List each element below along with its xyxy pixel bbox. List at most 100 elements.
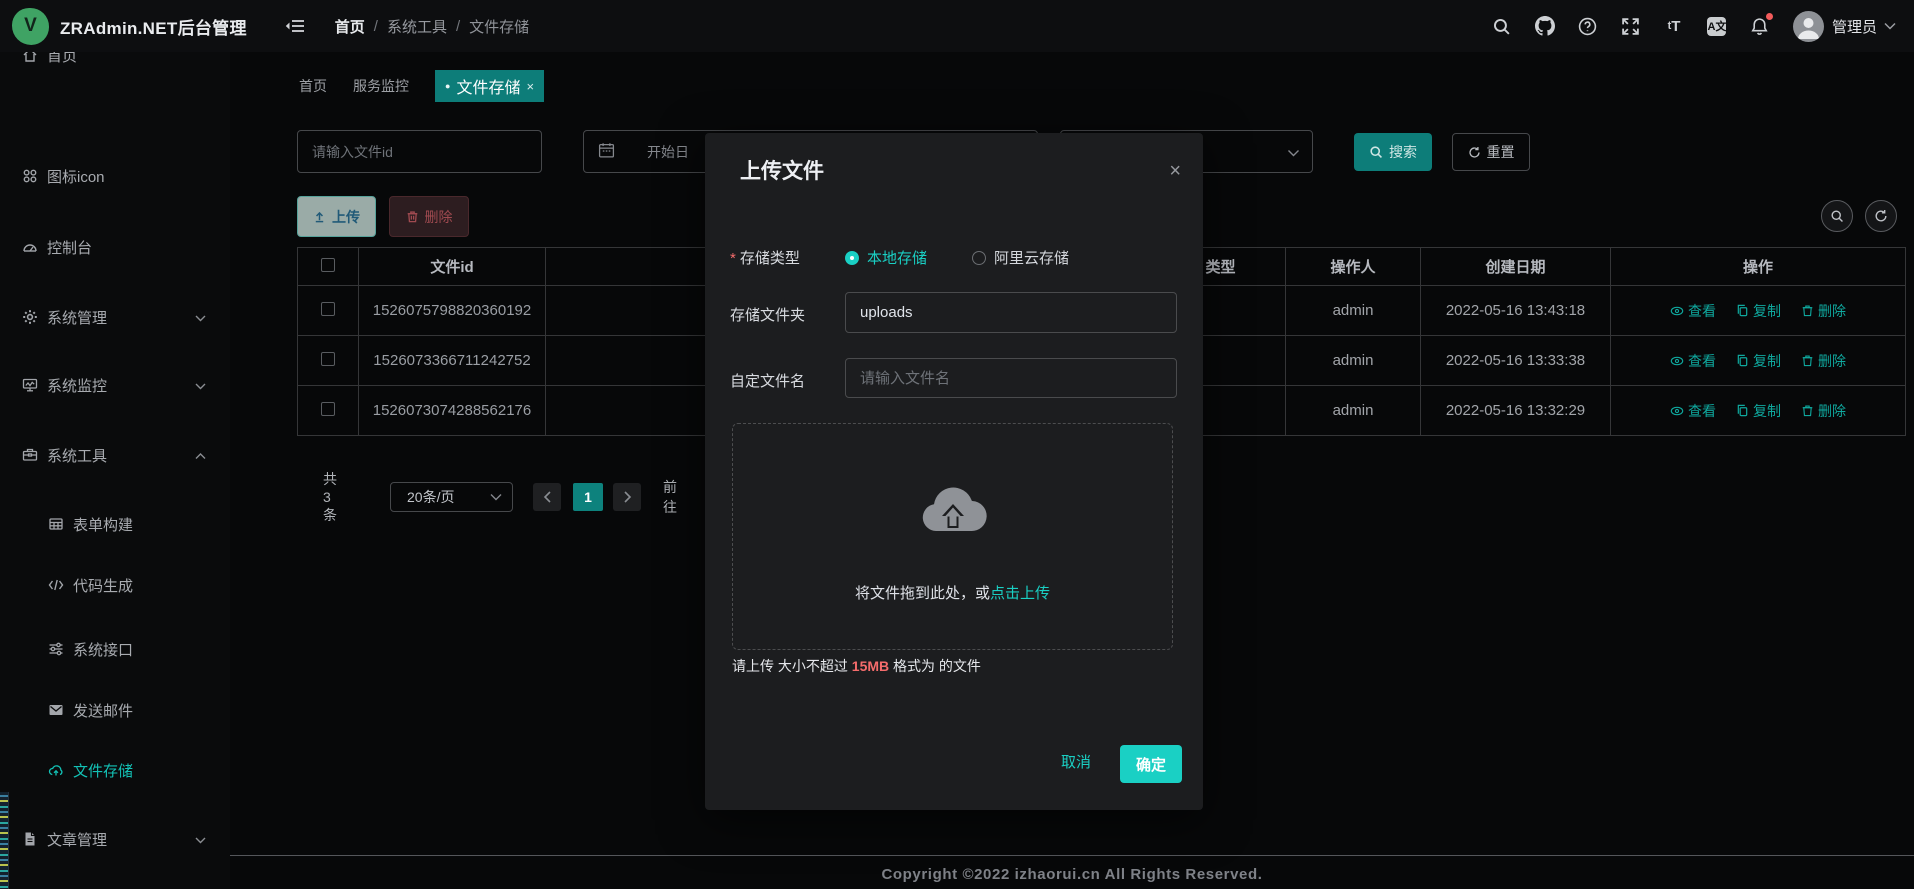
user-menu[interactable]: 管理员 <box>1793 11 1896 42</box>
radio-local-storage[interactable]: 本地存储 <box>845 247 927 268</box>
gear-icon <box>22 309 38 325</box>
breadcrumb: 首页 / 系统工具 / 文件存储 <box>335 16 529 37</box>
folder-input[interactable] <box>846 293 1176 332</box>
radio-checked-icon <box>845 251 859 265</box>
next-page-button[interactable] <box>613 483 641 511</box>
sidebar-item-system-tools[interactable]: 系统工具 <box>0 443 230 467</box>
sidebar-item-system-api[interactable]: 系统接口 <box>0 637 230 661</box>
devtools-edge-strip[interactable] <box>0 792 9 889</box>
delete-link[interactable]: 删除 <box>1801 351 1846 371</box>
upload-dropzone[interactable]: 将文件拖到此处，或点击上传 <box>732 423 1173 650</box>
delete-button-label: 删除 <box>425 207 453 227</box>
sliders-icon <box>48 641 64 657</box>
dialog-title: 上传文件 <box>740 155 824 185</box>
copy-link[interactable]: 复制 <box>1736 301 1781 321</box>
search-button[interactable]: 搜索 <box>1354 133 1432 171</box>
avatar <box>1793 11 1824 42</box>
view-link[interactable]: 查看 <box>1670 401 1716 421</box>
tab-close-icon[interactable]: × <box>526 79 534 94</box>
table-refresh-button[interactable] <box>1865 200 1897 232</box>
sidebar-item-send-mail[interactable]: 发送邮件 <box>0 698 230 722</box>
sidebar-item-label: 代码生成 <box>73 575 133 596</box>
table-search-toggle-button[interactable] <box>1821 200 1853 232</box>
search-button-label: 搜索 <box>1389 142 1417 162</box>
dropzone-text: 将文件拖到此处，或点击上传 <box>733 582 1172 603</box>
tip-prefix: 请上传 大小不超过 <box>732 658 852 674</box>
sidebar: 首页 图标icon 控制台 系统管理 系统监控 系统工具 表单构建 <box>0 52 230 889</box>
delete-link-label: 删除 <box>1818 351 1846 371</box>
sidebar-item-system-mgmt[interactable]: 系统管理 <box>0 305 230 329</box>
view-link[interactable]: 查看 <box>1670 351 1716 371</box>
upload-button[interactable]: 上传 <box>297 196 376 237</box>
sidebar-item-article-mgmt[interactable]: 文章管理 <box>0 827 230 851</box>
breadcrumb-system-tools[interactable]: 系统工具 <box>387 16 447 37</box>
breadcrumb-current: 文件存储 <box>469 16 529 37</box>
sidebar-item-system-monitor[interactable]: 系统监控 <box>0 373 230 397</box>
click-to-upload-link[interactable]: 点击上传 <box>990 585 1050 602</box>
delete-link[interactable]: 删除 <box>1801 301 1846 321</box>
column-header-operator: 操作人 <box>1286 248 1421 286</box>
copy-link[interactable]: 复制 <box>1736 351 1781 371</box>
page-size-select[interactable]: 20条/页 <box>390 482 513 512</box>
breadcrumb-home[interactable]: 首页 <box>335 16 365 37</box>
chevron-down-icon <box>195 309 206 326</box>
fullscreen-icon[interactable] <box>1621 16 1641 36</box>
row-checkbox[interactable] <box>321 352 335 366</box>
app-root: V ZRAdmin.NET后台管理 首页 / 系统工具 / 文件存储 tT A文 <box>0 0 1914 889</box>
sidebar-item-form-builder[interactable]: 表单构建 <box>0 512 230 536</box>
page-size-value: 20条/页 <box>407 487 454 507</box>
prev-page-button[interactable] <box>533 483 561 511</box>
cell-created: 2022-05-16 13:33:38 <box>1421 336 1611 386</box>
view-link[interactable]: 查看 <box>1670 301 1716 321</box>
current-page-button[interactable]: 1 <box>573 483 603 511</box>
radio-label: 本地存储 <box>867 247 927 268</box>
tags-view: 首页 服务监控 ● 文件存储 × <box>299 70 544 102</box>
cancel-button[interactable]: 取消 <box>1061 751 1091 772</box>
cell-file-id: 1526075798820360192 <box>359 286 546 336</box>
sidebar-item-console[interactable]: 控制台 <box>0 235 230 259</box>
copy-link[interactable]: 复制 <box>1736 401 1781 421</box>
row-checkbox[interactable] <box>321 302 335 316</box>
sidebar-item-label: 表单构建 <box>73 514 133 535</box>
cell-operator: admin <box>1286 286 1421 336</box>
tab-service-monitor[interactable]: 服务监控 <box>353 76 409 96</box>
font-size-icon[interactable]: tT <box>1664 16 1684 36</box>
cell-created: 2022-05-16 13:32:29 <box>1421 386 1611 436</box>
filename-input[interactable] <box>846 359 1176 397</box>
radio-aliyun-storage[interactable]: 阿里云存储 <box>972 247 1069 268</box>
sidebar-item-icons[interactable]: 图标icon <box>0 164 230 188</box>
help-icon[interactable] <box>1578 16 1598 36</box>
upload-tip: 请上传 大小不超过 15MB 格式为 的文件 <box>732 656 981 676</box>
sidebar-item-label: 系统工具 <box>47 445 107 466</box>
file-id-input[interactable] <box>298 144 541 160</box>
sidebar-item-label: 系统管理 <box>47 307 107 328</box>
translate-icon[interactable]: A文 <box>1707 16 1727 36</box>
dialog-close-icon[interactable]: × <box>1169 161 1181 181</box>
top-header: V ZRAdmin.NET后台管理 首页 / 系统工具 / 文件存储 tT A文 <box>0 0 1914 52</box>
sidebar-item-label: 系统监控 <box>47 375 107 396</box>
gauge-icon <box>22 239 38 255</box>
sidebar-item-home[interactable]: 首页 <box>0 52 230 67</box>
delete-link[interactable]: 删除 <box>1801 401 1846 421</box>
sidebar-fold-icon[interactable] <box>285 18 305 34</box>
breadcrumb-separator: / <box>456 18 460 35</box>
tab-home[interactable]: 首页 <box>299 76 327 96</box>
sidebar-item-file-storage[interactable]: 文件存储 <box>0 758 230 782</box>
cell-operator: admin <box>1286 336 1421 386</box>
copy-link-label: 复制 <box>1753 351 1781 371</box>
search-icon[interactable] <box>1492 16 1512 36</box>
github-icon[interactable] <box>1535 16 1555 36</box>
delete-button[interactable]: 删除 <box>389 196 469 237</box>
mail-icon <box>48 702 64 718</box>
cell-file-id: 1526073366711242752 <box>359 336 546 386</box>
confirm-button[interactable]: 确定 <box>1120 745 1182 783</box>
column-header-actions: 操作 <box>1611 248 1906 286</box>
tab-file-storage[interactable]: ● 文件存储 × <box>435 70 544 102</box>
row-checkbox[interactable] <box>321 402 335 416</box>
tab-active-dot: ● <box>445 81 450 91</box>
required-asterisk: * <box>730 250 736 267</box>
bell-icon[interactable] <box>1750 16 1770 36</box>
select-all-checkbox[interactable] <box>321 258 335 272</box>
sidebar-item-code-gen[interactable]: 代码生成 <box>0 573 230 597</box>
reset-button[interactable]: 重置 <box>1452 133 1530 171</box>
